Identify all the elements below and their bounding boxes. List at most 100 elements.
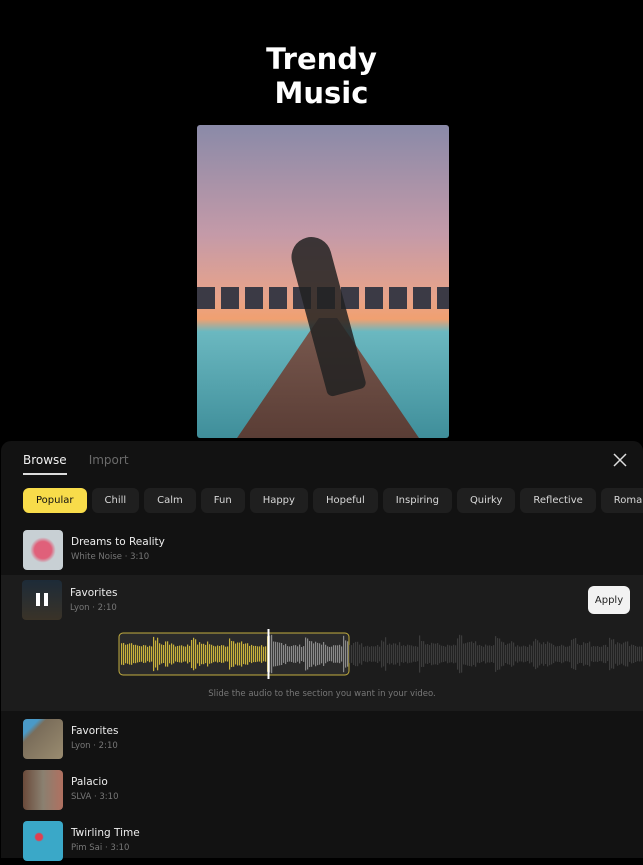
waveform-bar bbox=[401, 645, 403, 663]
track-thumbnail bbox=[23, 530, 63, 570]
waveform-bar bbox=[227, 646, 229, 662]
waveform-bar bbox=[435, 643, 437, 665]
waveform-bar bbox=[169, 644, 171, 664]
waveform-bar bbox=[207, 641, 209, 667]
waveform-bar bbox=[517, 645, 519, 663]
waveform-bar bbox=[129, 643, 131, 665]
waveform-bar bbox=[473, 643, 475, 665]
waveform-bar bbox=[251, 644, 253, 664]
playhead[interactable] bbox=[267, 629, 270, 679]
waveform-bar bbox=[303, 646, 305, 662]
waveform-bar bbox=[595, 646, 597, 662]
waveform-bar bbox=[477, 645, 479, 663]
waveform-bar bbox=[153, 636, 155, 672]
waveform-bar bbox=[597, 646, 599, 662]
waveform-bar bbox=[161, 644, 163, 664]
waveform-bar bbox=[125, 644, 127, 664]
waveform-bar bbox=[437, 643, 439, 665]
waveform-bar bbox=[587, 642, 589, 666]
waveform-bar bbox=[247, 643, 249, 665]
waveform-bar bbox=[277, 642, 279, 666]
waveform-bar bbox=[539, 642, 541, 666]
waveform-bar bbox=[367, 645, 369, 663]
waveform-bar bbox=[613, 639, 615, 669]
waveform-bar bbox=[121, 643, 123, 665]
chip-romantic[interactable]: Romantic bbox=[600, 488, 643, 513]
waveform-bar bbox=[573, 638, 575, 670]
selected-track: Favorites Lyon · 2:10 Apply Slide the au… bbox=[1, 575, 643, 711]
waveform-bar bbox=[157, 637, 159, 671]
close-icon[interactable] bbox=[613, 453, 627, 467]
track-row[interactable]: Favorites Lyon · 2:10 Apply bbox=[1, 575, 643, 625]
scrub-hint: Slide the audio to the section you want … bbox=[208, 689, 436, 699]
waveform-bar bbox=[579, 645, 581, 663]
waveform-bar bbox=[199, 642, 201, 666]
waveform-bar bbox=[639, 646, 641, 662]
waveform-bar bbox=[431, 642, 433, 666]
waveform-bar bbox=[491, 646, 493, 662]
waveform-bar bbox=[629, 646, 631, 662]
waveform-bar bbox=[405, 646, 407, 662]
waveform-bar bbox=[409, 645, 411, 663]
waveform-bar bbox=[357, 641, 359, 667]
waveform-bar bbox=[575, 638, 577, 670]
waveform-bar bbox=[259, 646, 261, 662]
chip-reflective[interactable]: Reflective bbox=[520, 488, 596, 513]
waveform-bar bbox=[467, 642, 469, 666]
waveform-bar bbox=[585, 643, 587, 665]
waveform-bar bbox=[429, 645, 431, 663]
waveform-bar bbox=[461, 635, 463, 673]
waveform-bar bbox=[373, 646, 375, 662]
waveform-bar bbox=[529, 644, 531, 664]
waveform-bar bbox=[499, 638, 501, 670]
track-thumbnail[interactable] bbox=[22, 580, 62, 620]
track-row[interactable]: Favorites Lyon · 2:10 bbox=[1, 713, 643, 763]
waveform-bar bbox=[501, 641, 503, 667]
chip-hopeful[interactable]: Hopeful bbox=[312, 488, 378, 513]
waveform-bar bbox=[583, 642, 585, 666]
chip-popular[interactable]: Popular bbox=[23, 488, 87, 513]
waveform-bar bbox=[221, 645, 223, 663]
waveform-bar bbox=[291, 646, 293, 662]
waveform-bar bbox=[593, 645, 595, 663]
waveform-bar bbox=[275, 641, 277, 667]
waveform-bar bbox=[635, 645, 637, 663]
waveform-bar bbox=[535, 638, 537, 670]
waveform-bar bbox=[335, 645, 337, 663]
pause-icon[interactable] bbox=[22, 580, 62, 620]
track-row[interactable]: Dreams to Reality White Noise · 3:10 bbox=[1, 524, 643, 574]
tab-import[interactable]: Import bbox=[89, 453, 129, 475]
apply-button[interactable]: Apply bbox=[588, 586, 630, 614]
waveform-bar bbox=[621, 644, 623, 664]
waveform-bar bbox=[449, 645, 451, 663]
waveform-bar bbox=[189, 645, 191, 663]
waveform-bar bbox=[243, 643, 245, 665]
waveform-bar bbox=[171, 643, 173, 665]
waveform-bar bbox=[413, 646, 415, 662]
waveform-bar bbox=[345, 640, 347, 668]
chip-inspiring[interactable]: Inspiring bbox=[382, 488, 452, 513]
chip-fun[interactable]: Fun bbox=[200, 488, 245, 513]
waveform-scrubber[interactable] bbox=[1, 629, 643, 679]
waveform-bar bbox=[343, 635, 345, 673]
waveform-bar bbox=[253, 645, 255, 663]
tab-browse[interactable]: Browse bbox=[23, 453, 67, 475]
track-row[interactable]: Palacio SLVA · 3:10 bbox=[1, 764, 643, 814]
waveform-bar bbox=[581, 644, 583, 664]
chip-calm[interactable]: Calm bbox=[144, 488, 196, 513]
chip-happy[interactable]: Happy bbox=[249, 488, 308, 513]
chip-chill[interactable]: Chill bbox=[91, 488, 140, 513]
chip-quirky[interactable]: Quirky bbox=[456, 488, 516, 513]
waveform-bar bbox=[209, 644, 211, 664]
waveform-bar bbox=[615, 644, 617, 664]
waveform-bar bbox=[131, 643, 133, 665]
waveform-bar bbox=[543, 642, 545, 666]
waveform-bar bbox=[205, 644, 207, 664]
waveform-bar bbox=[281, 642, 283, 666]
waveform-bar bbox=[479, 644, 481, 664]
waveform-bar bbox=[229, 638, 231, 670]
waveform-bar bbox=[341, 646, 343, 662]
waveform-bar bbox=[307, 638, 309, 670]
waveform-bar bbox=[279, 642, 281, 666]
waveform-bar bbox=[441, 645, 443, 663]
